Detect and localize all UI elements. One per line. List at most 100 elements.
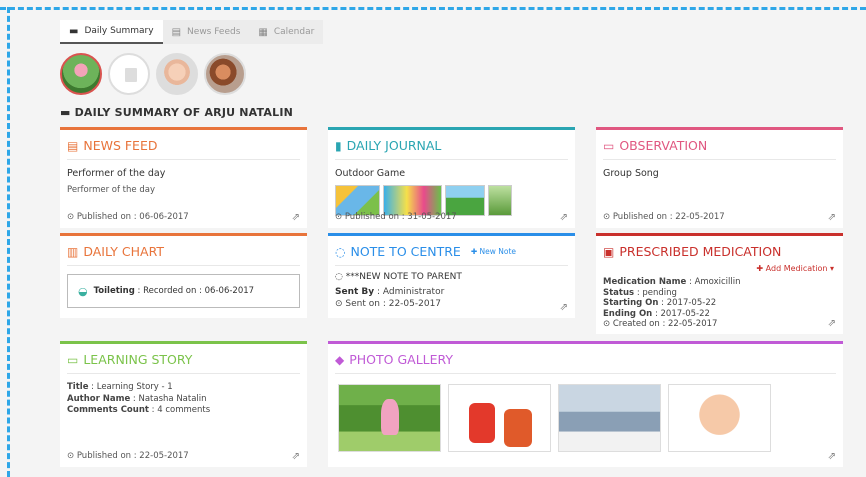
new-note-button[interactable]: ✚ New Note bbox=[471, 247, 516, 256]
note-sender: Sent By : Administrator bbox=[335, 287, 445, 297]
panel-title: OBSERVATION bbox=[619, 138, 708, 153]
panel-title: DAILY JOURNAL bbox=[346, 138, 442, 153]
panel-body: ◌ ***NEW NOTE TO PARENT Sent By : Admini… bbox=[328, 266, 575, 320]
panel-header: ▣ PRESCRIBED MEDICATION bbox=[603, 236, 836, 265]
clock-icon: ⊙ bbox=[603, 319, 613, 329]
gallery-photo[interactable] bbox=[448, 384, 551, 452]
tab-label: Daily Summary bbox=[84, 26, 154, 36]
calendar-icon: ▦ bbox=[258, 26, 268, 38]
story-title: Title : Learning Story - 1 bbox=[67, 382, 173, 392]
news-feed-panel: ▤ NEWS FEED Performer of the day Perform… bbox=[60, 127, 307, 228]
panel-header: ▭ OBSERVATION bbox=[603, 130, 836, 160]
tab-news-feeds[interactable]: ▤ News Feeds bbox=[162, 20, 250, 44]
panel-body: Performer of the day Performer of the da… bbox=[60, 160, 307, 201]
clock-icon: ⊙ bbox=[335, 212, 345, 222]
external-link-icon[interactable]: ⇗ bbox=[828, 451, 836, 462]
note-sent-date: ⊙ Sent on : 22-05-2017 bbox=[335, 299, 442, 309]
tab-daily-summary[interactable]: ▬ Daily Summary bbox=[60, 20, 163, 44]
observation-panel: ▭ OBSERVATION Group Song ⊙ Published on … bbox=[596, 127, 843, 228]
panel-title: NEWS FEED bbox=[83, 138, 158, 153]
child-avatar[interactable] bbox=[108, 53, 150, 95]
prescribed-medication-panel: ▣ PRESCRIBED MEDICATION ✚ Add Medication… bbox=[596, 233, 843, 334]
panel-title: LEARNING STORY bbox=[83, 352, 193, 367]
tab-label: Calendar bbox=[273, 27, 315, 37]
external-link-icon[interactable]: ⇗ bbox=[560, 212, 568, 223]
panel-title: NOTE TO CENTRE bbox=[350, 244, 461, 259]
placeholder-image-icon bbox=[125, 68, 137, 82]
laptop-icon: ▭ bbox=[603, 138, 615, 153]
panel-body: Group Song bbox=[596, 160, 843, 185]
panel-header: ▭ LEARNING STORY bbox=[67, 344, 300, 374]
gallery-photo[interactable] bbox=[558, 384, 661, 452]
child-avatar-list bbox=[60, 53, 252, 95]
external-link-icon[interactable]: ⇗ bbox=[828, 318, 836, 329]
journal-image[interactable] bbox=[488, 185, 512, 216]
panel-header: ◆ PHOTO GALLERY bbox=[335, 344, 836, 374]
external-link-icon[interactable]: ⇗ bbox=[292, 451, 300, 462]
journal-heading: Outdoor Game bbox=[335, 168, 406, 179]
dashed-border-left bbox=[7, 7, 10, 477]
tab-label: News Feeds bbox=[187, 27, 241, 37]
medication-status: Status : pending bbox=[603, 287, 677, 298]
published-date: ⊙ Published on : 06-06-2017 bbox=[67, 212, 189, 222]
summary-icon: ▬ bbox=[60, 106, 71, 119]
tab-calendar[interactable]: ▦ Calendar bbox=[249, 20, 324, 44]
learning-story-panel: ▭ LEARNING STORY Title : Learning Story … bbox=[60, 341, 307, 467]
story-author: Author Name : Natasha Natalin bbox=[67, 393, 207, 404]
medication-name: Medication Name : Amoxicillin bbox=[603, 277, 741, 287]
toilet-icon: ◒ bbox=[78, 284, 88, 298]
medication-start: Starting On : 2017-05-22 bbox=[603, 298, 717, 308]
medication-end: Ending On : 2017-05-22 bbox=[603, 308, 710, 319]
chart-entry-label: Toileting bbox=[93, 286, 135, 296]
monitor-icon: ▭ bbox=[67, 352, 79, 367]
chart-entry-text: : Recorded on : 06-06-2017 bbox=[137, 286, 255, 296]
chart-entry[interactable]: ◒ Toileting : Recorded on : 06-06-2017 bbox=[67, 274, 300, 308]
external-link-icon[interactable]: ⇗ bbox=[560, 302, 568, 313]
page-title: ▬ DAILY SUMMARY OF ARJU NATALIN bbox=[60, 106, 294, 119]
photo-list bbox=[328, 374, 843, 452]
panel-header: ▥ DAILY CHART bbox=[67, 236, 300, 266]
newspaper-icon: ▤ bbox=[171, 26, 182, 38]
gallery-photo[interactable] bbox=[338, 384, 441, 452]
note-title: ◌ ***NEW NOTE TO PARENT bbox=[335, 272, 462, 282]
story-comments: Comments Count : 4 comments bbox=[67, 405, 211, 415]
child-avatar[interactable] bbox=[60, 53, 102, 95]
comment-icon: ◌ bbox=[335, 272, 346, 282]
summary-icon: ▬ bbox=[69, 25, 79, 37]
tab-bar: ▬ Daily Summary ▤ News Feeds ▦ Calendar bbox=[60, 20, 324, 44]
daily-chart-panel: ▥ DAILY CHART ◒ Toileting : Recorded on … bbox=[60, 233, 307, 318]
published-date: ⊙ Published on : 31-05-2017 bbox=[335, 212, 457, 222]
panel-header: ▮ DAILY JOURNAL bbox=[335, 130, 568, 160]
external-link-icon[interactable]: ⇗ bbox=[828, 212, 836, 223]
external-link-icon[interactable]: ⇗ bbox=[292, 212, 300, 223]
add-medication-button[interactable]: ✚ Add Medication ▾ bbox=[756, 264, 834, 273]
medkit-icon: ▣ bbox=[603, 244, 615, 259]
map-icon: ▥ bbox=[67, 244, 79, 259]
medication-created: ⊙ Created on : 22-05-2017 bbox=[603, 319, 718, 329]
clock-icon: ⊙ bbox=[603, 212, 613, 222]
panel-header: ▤ NEWS FEED bbox=[67, 130, 300, 160]
newspaper-icon: ▤ bbox=[67, 138, 79, 153]
published-date: ⊙ Published on : 22-05-2017 bbox=[67, 451, 189, 461]
panel-body: Medication Name : Amoxicillin Status : p… bbox=[596, 265, 843, 336]
document-icon: ▮ bbox=[335, 138, 342, 153]
panel-title: PRESCRIBED MEDICATION bbox=[619, 244, 782, 259]
dashed-border-top bbox=[0, 7, 866, 10]
panel-body: Title : Learning Story - 1 Author Name :… bbox=[60, 374, 307, 423]
panel-header: ◌ NOTE TO CENTRE ✚ New Note bbox=[335, 236, 568, 266]
comments-icon: ◌ bbox=[335, 244, 346, 259]
photo-gallery-panel: ◆ PHOTO GALLERY ⇗ bbox=[328, 341, 843, 467]
tags-icon: ◆ bbox=[335, 352, 345, 367]
panel-title: DAILY CHART bbox=[83, 244, 164, 259]
clock-icon: ⊙ bbox=[335, 299, 346, 309]
news-text: Performer of the day bbox=[67, 185, 155, 195]
panel-title: PHOTO GALLERY bbox=[349, 352, 454, 367]
clock-icon: ⊙ bbox=[67, 451, 77, 461]
clock-icon: ⊙ bbox=[67, 212, 77, 222]
child-avatar[interactable] bbox=[204, 53, 246, 95]
note-to-centre-panel: ◌ NOTE TO CENTRE ✚ New Note ◌ ***NEW NOT… bbox=[328, 233, 575, 318]
gallery-photo[interactable] bbox=[668, 384, 771, 452]
child-avatar[interactable] bbox=[156, 53, 198, 95]
published-date: ⊙ Published on : 22-05-2017 bbox=[603, 212, 725, 222]
observation-heading: Group Song bbox=[603, 168, 659, 179]
